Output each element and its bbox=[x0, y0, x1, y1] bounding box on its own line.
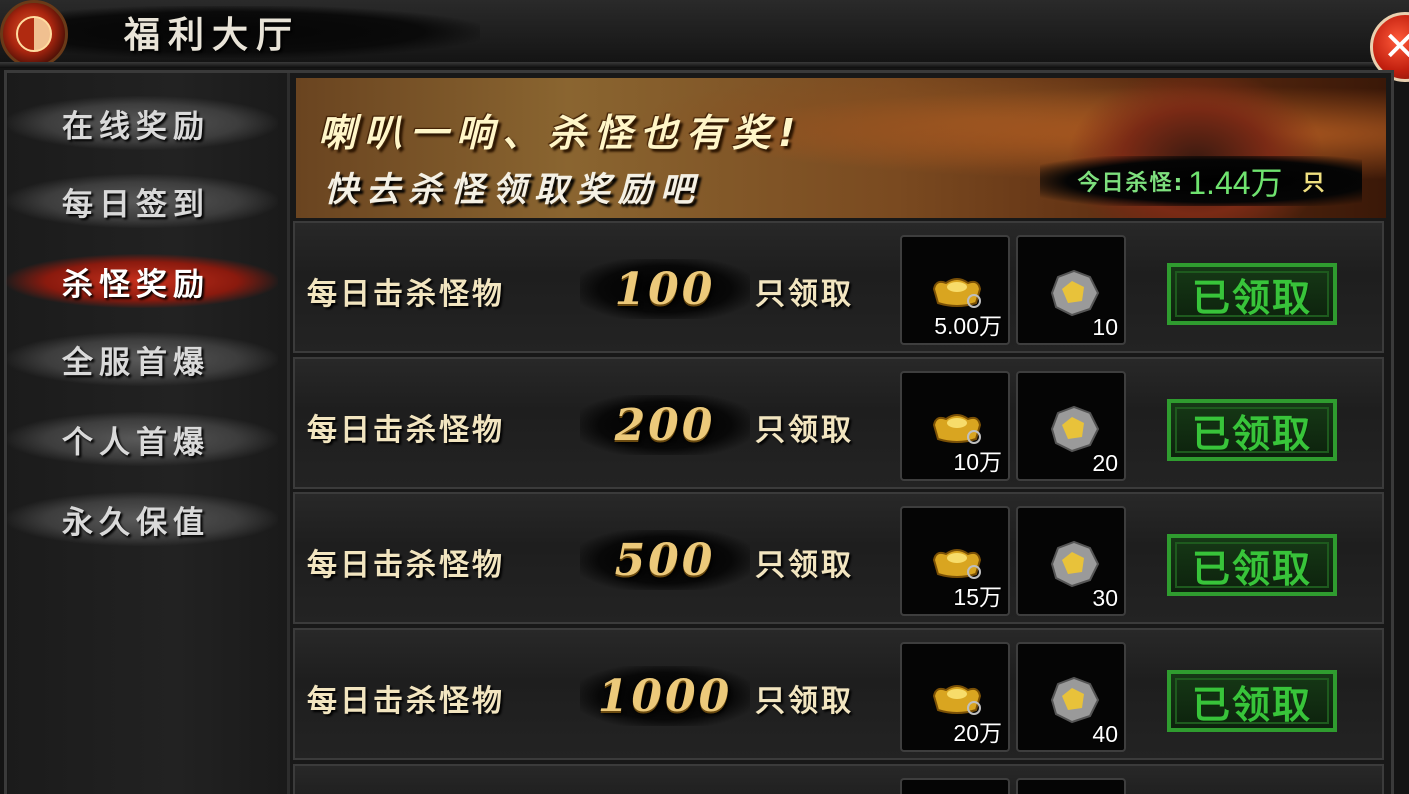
sidebar-item-label: 杀怪奖励 bbox=[62, 266, 210, 303]
gold-quantity: 15万 bbox=[953, 584, 1002, 610]
row-label: 每日击杀怪物 bbox=[307, 684, 505, 719]
item-slot-partial bbox=[1016, 778, 1126, 794]
row-suffix: 只领取 bbox=[755, 277, 854, 312]
ore-quantity: 10 bbox=[1092, 314, 1118, 340]
ore-slot[interactable]: 40 bbox=[1016, 642, 1126, 752]
sidebar-item-label: 永久保值 bbox=[62, 504, 210, 541]
sidebar-item-online-reward[interactable]: 在线奖励 bbox=[6, 96, 278, 150]
ore-quantity: 40 bbox=[1092, 721, 1118, 747]
gold-quantity: 5.00万 bbox=[934, 313, 1002, 339]
ore-slot[interactable]: 30 bbox=[1016, 506, 1126, 616]
reward-row: 每日击杀怪物 200 只领取 10万 20 已领取 bbox=[293, 357, 1384, 489]
close-icon: ✕ bbox=[1383, 24, 1409, 70]
claimed-button[interactable]: 已领取 bbox=[1167, 399, 1337, 461]
claimed-button-label: 已领取 bbox=[1191, 546, 1312, 591]
claimed-button-label: 已领取 bbox=[1191, 682, 1312, 727]
reward-row: 每日击杀怪物 100 只领取 5.00万 10 已领取 bbox=[293, 221, 1384, 353]
gold-ingot-icon bbox=[932, 414, 982, 444]
row-kill-count: 100 bbox=[580, 259, 750, 319]
claimed-button-label: 已领取 bbox=[1191, 411, 1312, 456]
reward-row: 每日击杀怪物 1000 只领取 20万 40 已领取 bbox=[293, 628, 1384, 760]
today-kills-counter: 今日杀怪: 1.44万 只 bbox=[1040, 156, 1362, 206]
banner-headline: 喇叭一响、杀怪也有奖! bbox=[318, 111, 804, 155]
row-kill-count: 200 bbox=[580, 395, 750, 455]
row-label: 每日击杀怪物 bbox=[307, 548, 505, 583]
today-kills-unit: 只 bbox=[1302, 171, 1325, 196]
gold-ore-icon bbox=[1050, 269, 1100, 317]
banner-subtitle: 快去杀怪领取奖励吧 bbox=[324, 170, 702, 210]
ore-quantity: 30 bbox=[1092, 585, 1118, 611]
gold-ingot-icon bbox=[932, 685, 982, 715]
gold-ingot-icon bbox=[932, 278, 982, 308]
row-kill-count: 500 bbox=[580, 530, 750, 590]
claimed-button[interactable]: 已领取 bbox=[1167, 670, 1337, 732]
reward-row-partial bbox=[293, 764, 1384, 794]
ore-slot[interactable]: 10 bbox=[1016, 235, 1126, 345]
row-suffix: 只领取 bbox=[755, 548, 854, 583]
claimed-button[interactable]: 已领取 bbox=[1167, 263, 1337, 325]
row-kill-count: 1000 bbox=[580, 666, 750, 726]
sidebar-item-label: 全服首爆 bbox=[62, 344, 210, 381]
sidebar-item-server-first-drop[interactable]: 全服首爆 bbox=[6, 332, 278, 386]
today-kills-label: 今日杀怪: bbox=[1077, 171, 1185, 196]
gold-ingot-icon bbox=[932, 549, 982, 579]
row-label: 每日击杀怪物 bbox=[307, 413, 505, 448]
gold-ingot-slot[interactable]: 20万 bbox=[900, 642, 1010, 752]
sidebar-item-kill-reward[interactable]: 杀怪奖励 bbox=[6, 254, 278, 308]
sidebar-item-personal-first-drop[interactable]: 个人首爆 bbox=[6, 412, 278, 466]
gold-ore-icon bbox=[1050, 540, 1100, 588]
gold-ingot-slot[interactable]: 5.00万 bbox=[900, 235, 1010, 345]
sidebar-item-permanent-value[interactable]: 永久保值 bbox=[6, 492, 278, 546]
claimed-button-label: 已领取 bbox=[1191, 275, 1312, 320]
gold-ore-icon bbox=[1050, 676, 1100, 724]
title-bar: 福利大厅 bbox=[0, 0, 1409, 68]
gold-ingot-slot[interactable]: 10万 bbox=[900, 371, 1010, 481]
sidebar-item-label: 每日签到 bbox=[62, 186, 210, 223]
ore-slot[interactable]: 20 bbox=[1016, 371, 1126, 481]
page-title: 福利大厅 bbox=[124, 14, 301, 56]
sidebar-item-label: 在线奖励 bbox=[62, 108, 210, 145]
sidebar-item-daily-signin[interactable]: 每日签到 bbox=[6, 174, 278, 228]
claimed-button[interactable]: 已领取 bbox=[1167, 534, 1337, 596]
gold-quantity: 10万 bbox=[953, 449, 1002, 475]
gold-quantity: 20万 bbox=[953, 720, 1002, 746]
yin-yang-logo-icon bbox=[0, 0, 68, 68]
reward-row: 每日击杀怪物 500 只领取 15万 30 已领取 bbox=[293, 492, 1384, 624]
sidebar-item-label: 个人首爆 bbox=[62, 424, 210, 461]
row-suffix: 只领取 bbox=[755, 413, 854, 448]
logo-emblem bbox=[16, 16, 52, 52]
ore-quantity: 20 bbox=[1092, 450, 1118, 476]
row-suffix: 只领取 bbox=[755, 684, 854, 719]
item-slot-partial bbox=[900, 778, 1010, 794]
gold-ingot-slot[interactable]: 15万 bbox=[900, 506, 1010, 616]
gold-ore-icon bbox=[1050, 405, 1100, 453]
today-kills-value: 1.44万 bbox=[1188, 165, 1283, 201]
row-label: 每日击杀怪物 bbox=[307, 277, 505, 312]
